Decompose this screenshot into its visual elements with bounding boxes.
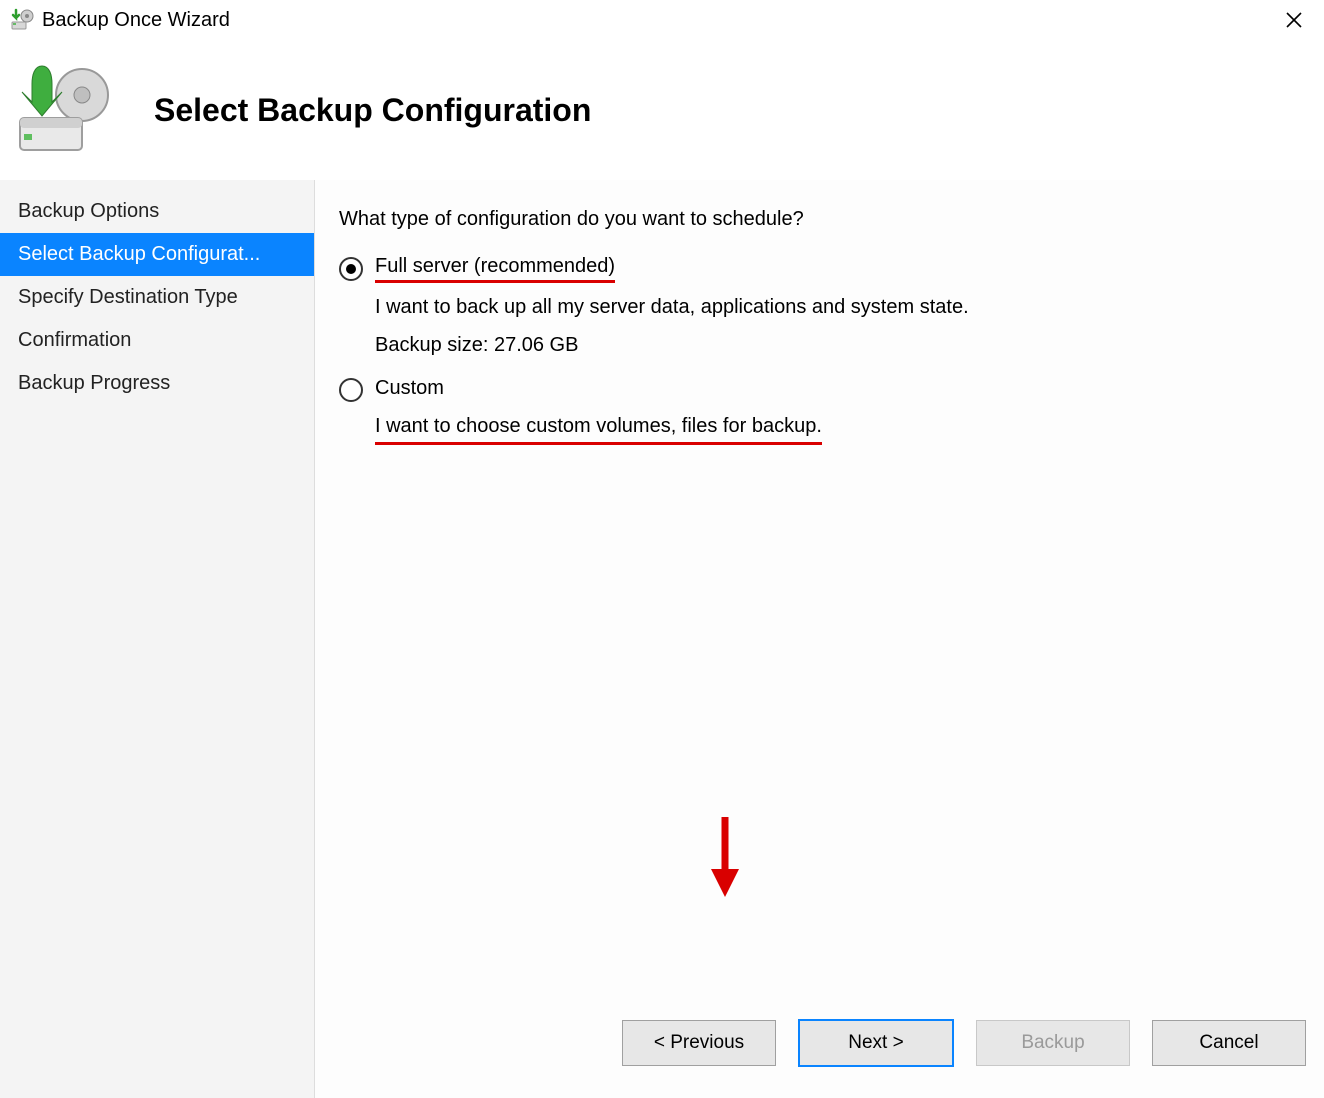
wizard-footer: < Previous Next > Backup Cancel: [315, 988, 1324, 1098]
radio-custom-label: Custom: [375, 377, 444, 402]
titlebar: Backup Once Wizard: [0, 0, 1324, 40]
full-server-backup-size: Backup size: 27.06 GB: [375, 331, 1298, 359]
sidebar-step-specify-destination-type[interactable]: Specify Destination Type: [0, 276, 314, 319]
wizard-steps-sidebar: Backup Options Select Backup Configurat.…: [0, 180, 314, 1098]
radio-custom[interactable]: Custom: [339, 377, 1298, 402]
next-button[interactable]: Next >: [798, 1019, 954, 1067]
close-icon: [1286, 12, 1302, 28]
annotation-arrow-icon: [709, 815, 741, 897]
window-title: Backup Once Wizard: [42, 9, 230, 32]
sidebar-step-backup-options[interactable]: Backup Options: [0, 180, 314, 233]
backup-wizard-icon: [10, 8, 34, 32]
backup-large-icon: [14, 60, 114, 160]
backup-button: Backup: [976, 1020, 1130, 1066]
custom-description: I want to choose custom volumes, files f…: [375, 412, 1298, 445]
question-text: What type of configuration do you want t…: [339, 208, 1298, 231]
full-server-description: I want to back up all my server data, ap…: [375, 293, 1298, 321]
header: Select Backup Configuration: [0, 40, 1324, 180]
cancel-button[interactable]: Cancel: [1152, 1020, 1306, 1066]
close-button[interactable]: [1274, 0, 1314, 40]
page-title: Select Backup Configuration: [154, 92, 591, 129]
radio-icon-unselected: [339, 378, 363, 402]
wizard-body: Backup Options Select Backup Configurat.…: [0, 180, 1324, 1098]
radio-icon-selected: [339, 257, 363, 281]
radio-full-server[interactable]: Full server (recommended): [339, 255, 1298, 283]
wizard-content: What type of configuration do you want t…: [314, 180, 1324, 1098]
sidebar-step-backup-progress[interactable]: Backup Progress: [0, 362, 314, 405]
sidebar-step-confirmation[interactable]: Confirmation: [0, 319, 314, 362]
sidebar-step-select-backup-configuration[interactable]: Select Backup Configurat...: [0, 233, 314, 276]
radio-full-server-label: Full server (recommended): [375, 255, 615, 283]
previous-button[interactable]: < Previous: [622, 1020, 776, 1066]
